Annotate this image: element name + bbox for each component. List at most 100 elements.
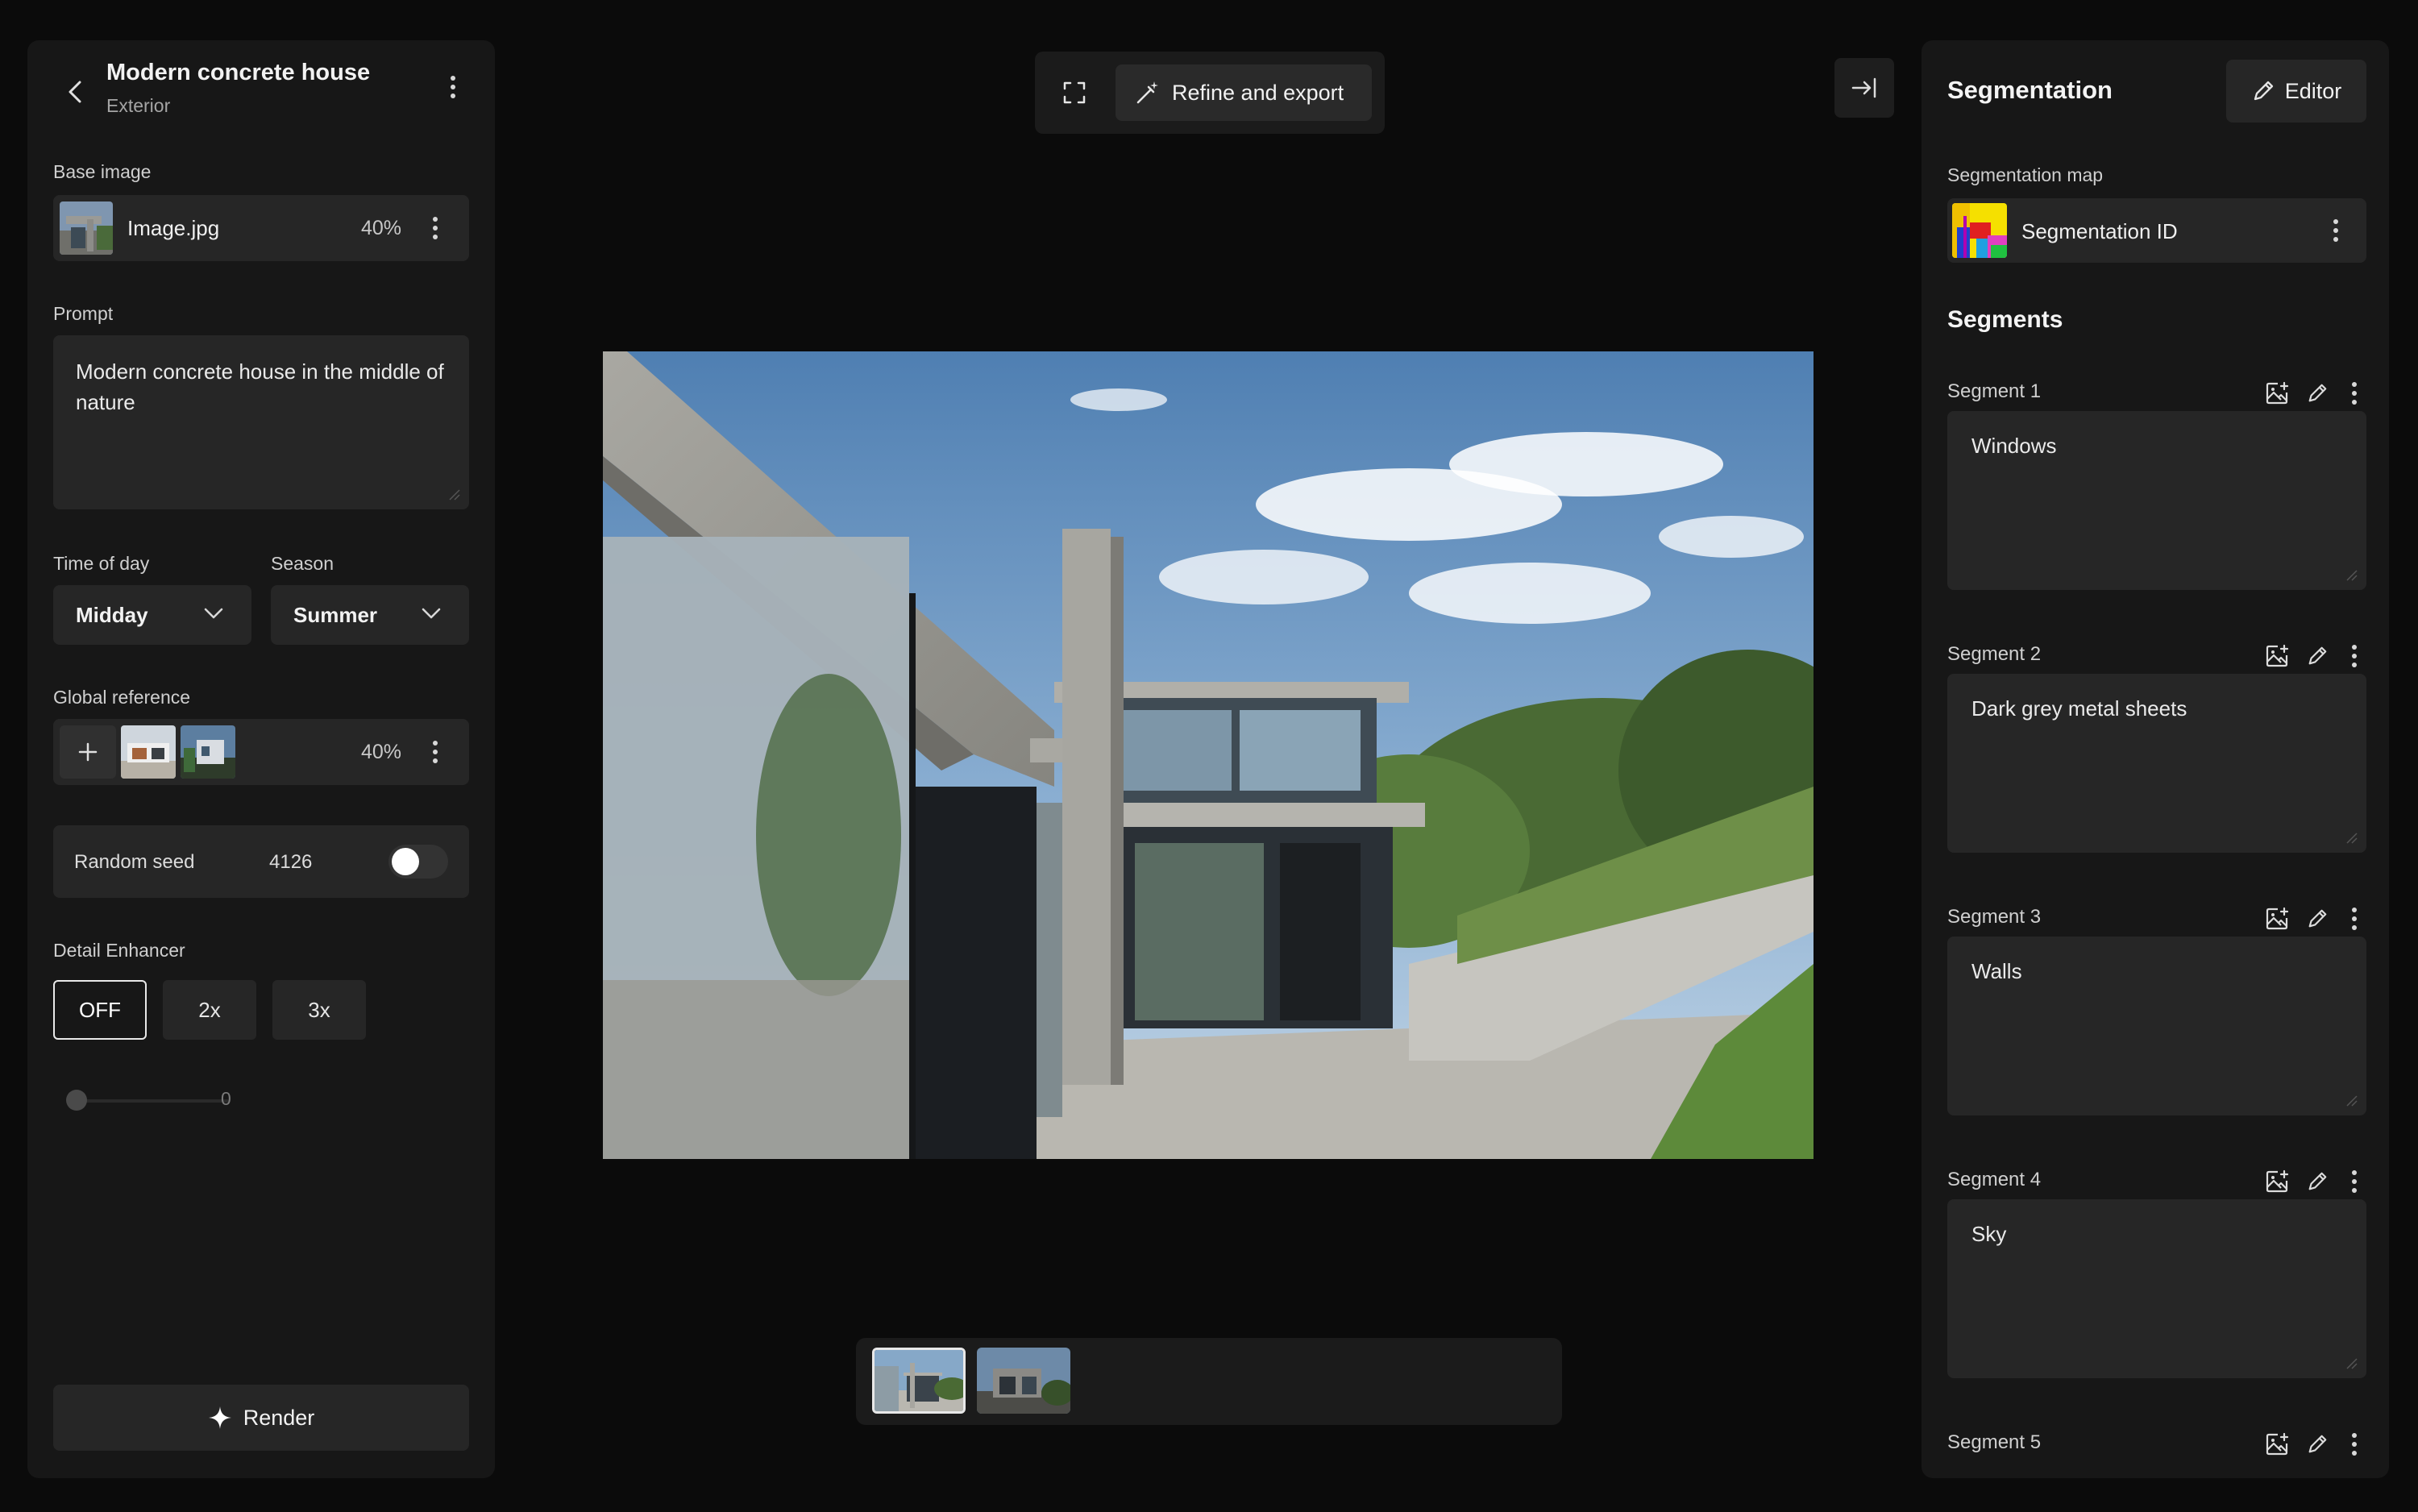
image-add-icon [2266, 907, 2289, 930]
segmentation-map-value: Segmentation ID [2021, 219, 2178, 243]
collapse-right-icon [1851, 77, 1876, 98]
time-of-day-select[interactable]: Midday [53, 585, 251, 645]
add-image-button[interactable] [2262, 640, 2292, 672]
image-add-icon [2266, 1432, 2289, 1456]
season-value: Summer [293, 602, 378, 627]
project-menu-button[interactable] [437, 66, 469, 108]
prompt-text: Modern concrete house in the middle of n… [76, 359, 444, 414]
image-add-icon [2266, 1169, 2289, 1193]
segmentation-panel: Segmentation Editor Segmentation map Seg… [1922, 40, 2389, 1478]
resize-handle-icon[interactable] [2345, 832, 2358, 845]
detail-slider-value: 0 [221, 1088, 231, 1109]
sparkle-icon [208, 1406, 231, 1429]
segmentation-map-label: Segmentation map [1947, 164, 2104, 185]
segment-prompt-textarea[interactable]: Sky [1947, 1199, 2366, 1378]
pencil-icon [2308, 909, 2327, 928]
base-image-label: Base image [53, 161, 152, 182]
resize-handle-icon[interactable] [448, 488, 461, 501]
segment-menu-button[interactable] [2342, 1423, 2366, 1465]
base-image-weight: 40% [361, 217, 402, 239]
add-image-button[interactable] [2262, 377, 2292, 409]
magic-wand-icon [1136, 81, 1158, 104]
add-image-button[interactable] [2262, 1428, 2292, 1460]
add-reference-button[interactable] [60, 725, 116, 779]
add-image-button[interactable] [2262, 1165, 2292, 1198]
resize-handle-icon[interactable] [2345, 569, 2358, 582]
detail-slider-track[interactable] [68, 1099, 229, 1103]
render-button[interactable]: Render [53, 1385, 469, 1451]
edit-segment-button[interactable] [2302, 903, 2333, 935]
pencil-icon [2308, 1172, 2327, 1190]
toggle-knob [392, 848, 419, 875]
detail-enhancer-2x-button[interactable]: 2x [163, 980, 256, 1040]
refine-label: Refine and export [1172, 80, 1344, 105]
segment-menu-button[interactable] [2342, 635, 2366, 677]
fullscreen-icon [1063, 81, 1086, 104]
global-reference-row: 40% [53, 719, 469, 785]
segment-label: Segment 2 [1947, 643, 2042, 665]
detail-enhancer-label: Detail Enhancer [53, 940, 185, 961]
canvas-toolbar: Refine and export [1035, 52, 1385, 134]
segment-label: Segment 5 [1947, 1431, 2042, 1453]
chevron-left-icon [69, 81, 81, 103]
edit-segment-button[interactable] [2302, 377, 2333, 409]
reference-thumbnail-1[interactable] [121, 725, 176, 779]
base-image-row[interactable]: Image.jpg 40% [53, 195, 469, 261]
render-label: Render [243, 1405, 315, 1430]
editor-label: Editor [2284, 78, 2342, 103]
collapse-panel-button[interactable] [1834, 58, 1894, 118]
back-button[interactable] [55, 71, 97, 113]
detail-enhancer-off-button[interactable]: OFF [53, 980, 147, 1040]
resize-handle-icon[interactable] [2345, 1095, 2358, 1107]
pencil-icon [2308, 646, 2327, 665]
segmentation-title: Segmentation [1947, 76, 2113, 104]
fullscreen-button[interactable] [1053, 71, 1096, 114]
base-image-menu-button[interactable] [419, 207, 451, 249]
segment-menu-button[interactable] [2342, 898, 2366, 940]
base-image-thumbnail [60, 201, 113, 255]
generated-render-image[interactable] [603, 351, 1814, 1159]
global-reference-label: Global reference [53, 687, 191, 708]
detail-slider-handle[interactable] [66, 1090, 87, 1111]
variation-thumbnail-2[interactable] [977, 1348, 1070, 1414]
segment-prompt-textarea[interactable]: Walls [1947, 937, 2366, 1115]
segment-menu-button[interactable] [2342, 372, 2366, 414]
random-seed-value[interactable]: 4126 [269, 851, 312, 874]
edit-segment-button[interactable] [2302, 640, 2333, 672]
global-reference-menu-button[interactable] [419, 731, 451, 773]
segmentation-map-row[interactable]: Segmentation ID [1947, 198, 2366, 263]
detail-enhancer-3x-button[interactable]: 3x [272, 980, 366, 1040]
image-add-icon [2266, 644, 2289, 667]
chevron-down-icon [422, 608, 441, 619]
segment-label: Segment 1 [1947, 380, 2042, 402]
season-select[interactable]: Summer [271, 585, 469, 645]
segment-menu-button[interactable] [2342, 1161, 2366, 1203]
refine-and-export-button[interactable]: Refine and export [1116, 64, 1372, 121]
pencil-icon [2254, 81, 2273, 101]
pencil-icon [2308, 384, 2327, 402]
segment-text: Sky [1971, 1222, 2007, 1246]
segment-text: Dark grey metal sheets [1971, 696, 2187, 721]
segmentation-map-menu-button[interactable] [2320, 210, 2352, 251]
prompt-label: Prompt [53, 303, 114, 324]
edit-segment-button[interactable] [2302, 1165, 2333, 1198]
variation-thumbnail-1[interactable] [872, 1348, 966, 1414]
pencil-icon [2308, 1435, 2327, 1453]
chevron-down-icon [204, 608, 223, 619]
reference-thumbnail-2[interactable] [181, 725, 235, 779]
random-seed-label: Random seed [74, 851, 195, 873]
edit-segment-button[interactable] [2302, 1428, 2333, 1460]
add-image-button[interactable] [2262, 903, 2292, 935]
time-of-day-label: Time of day [53, 553, 150, 574]
image-add-icon [2266, 381, 2289, 405]
editor-button[interactable]: Editor [2226, 60, 2366, 123]
random-seed-toggle[interactable] [388, 845, 448, 879]
resize-handle-icon[interactable] [2345, 1357, 2358, 1370]
project-title: Modern concrete house [106, 60, 371, 85]
prompt-textarea[interactable]: Modern concrete house in the middle of n… [53, 335, 469, 509]
segmentation-map-thumbnail [1952, 203, 2007, 258]
base-image-filename: Image.jpg [127, 216, 220, 240]
segments-heading: Segments [1947, 306, 2063, 333]
segment-prompt-textarea[interactable]: Windows [1947, 411, 2366, 590]
segment-prompt-textarea[interactable]: Dark grey metal sheets [1947, 674, 2366, 853]
